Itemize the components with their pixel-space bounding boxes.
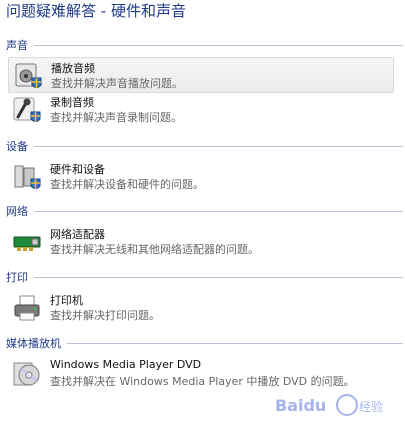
item-title: 播放音频: [51, 62, 95, 75]
baidu-watermark-logo: Baidu 经验: [275, 394, 383, 416]
device-shield-icon: [14, 165, 41, 189]
network-adapter-icon: [13, 236, 41, 251]
item-description: 查找并解决声音录制问题。: [50, 111, 182, 124]
section-divider: [34, 276, 403, 278]
item-title: 网络适配器: [50, 228, 105, 241]
item-title: 硬件和设备: [50, 163, 105, 176]
troubleshooter-dvd[interactable]: Windows Media Player DVD 查找并解决在 Windows …: [8, 356, 394, 392]
svg-text:Baidu: Baidu: [275, 396, 326, 415]
section-header-device: 设备: [6, 138, 403, 154]
item-description: 查找并解决设备和硬件的问题。: [50, 178, 204, 191]
section-divider: [34, 210, 403, 212]
item-title: Windows Media Player DVD: [50, 358, 202, 371]
troubleshooter-record-audio[interactable]: 录制音频 查找并解决声音录制问题。: [8, 92, 394, 128]
troubleshooter-network-adapter[interactable]: 网络适配器 查找并解决无线和其他网络适配器的问题。: [8, 224, 394, 260]
section-label: 网络: [6, 205, 28, 218]
troubleshooter-hardware-devices[interactable]: 硬件和设备 查找并解决设备和硬件的问题。: [8, 159, 394, 195]
troubleshooter-play-audio[interactable]: 播放音频 查找并解决声音播放问题。: [8, 57, 394, 93]
section-label: 设备: [6, 140, 28, 153]
section-divider: [67, 342, 403, 344]
section-label: 媒体播放机: [6, 337, 61, 350]
svg-text:经验: 经验: [359, 399, 383, 414]
troubleshooter-printer[interactable]: 打印机 查找并解决打印问题。: [8, 290, 394, 326]
section-label: 声音: [6, 39, 28, 52]
section-header-sound: 声音: [6, 37, 403, 53]
section-label: 打印: [6, 271, 28, 284]
page-title: 问题疑难解答 - 硬件和声音: [6, 2, 186, 20]
section-header-media: 媒体播放机: [6, 335, 403, 351]
item-description: 查找并解决无线和其他网络适配器的问题。: [50, 243, 259, 256]
dvd-icon: [13, 362, 40, 386]
item-title: 打印机: [50, 294, 83, 307]
item-description: 查找并解决在 Windows Media Player 中播放 DVD 的问题。: [50, 375, 355, 388]
section-header-network: 网络: [6, 203, 403, 219]
item-description: 查找并解决打印问题。: [50, 309, 160, 322]
section-divider: [34, 44, 403, 46]
item-title: 录制音频: [50, 96, 94, 109]
section-header-print: 打印: [6, 269, 403, 285]
printer-icon: [14, 295, 40, 321]
speaker-shield-icon: [15, 63, 42, 88]
item-description: 查找并解决声音播放问题。: [51, 77, 183, 90]
section-divider: [34, 145, 403, 147]
microphone-shield-icon: [13, 97, 41, 122]
